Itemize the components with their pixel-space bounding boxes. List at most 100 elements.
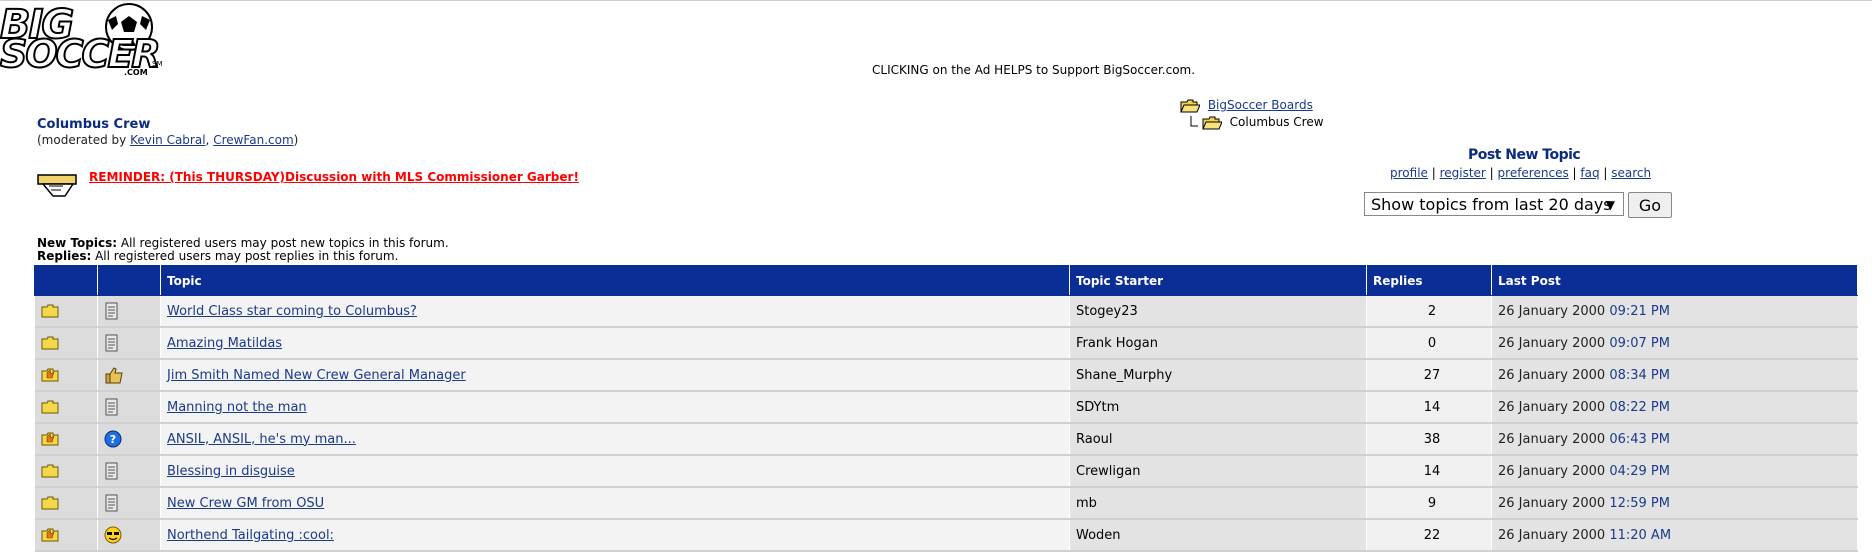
go-button[interactable]: Go — [1628, 192, 1672, 218]
post-icon — [104, 302, 120, 320]
last-post-time: 06:43 PM — [1609, 431, 1670, 447]
topic-link[interactable]: New Crew GM from OSU — [167, 496, 324, 511]
open-folder-icon — [1180, 99, 1201, 112]
topic-age-select[interactable]: Show topics from last 20 days ▼ — [1364, 192, 1624, 216]
topic-starter-cell: Crewligan — [1069, 455, 1367, 488]
table-row: Manning not the man SDYtm 14 26 January … — [34, 391, 1858, 424]
folder-icon — [41, 464, 59, 479]
last-post-date: 26 January 2000 — [1498, 463, 1606, 479]
topic-list-table: Topic Topic Starter Replies Last Post Wo… — [34, 265, 1858, 552]
replies-cell: 0 — [1366, 327, 1492, 360]
last-post-date: 26 January 2000 — [1498, 399, 1606, 415]
folder-cell — [34, 295, 98, 328]
topic-starter-cell: Frank Hogan — [1069, 327, 1367, 360]
post-icon-cell — [97, 487, 161, 520]
table-row: Jim Smith Named New Crew General Manager… — [34, 359, 1858, 392]
breadcrumb-root-link[interactable]: BigSoccer Boards — [1208, 98, 1313, 112]
topic-starter-cell: Shane_Murphy — [1069, 359, 1367, 392]
table-row: New Crew GM from OSU mb 9 26 January 200… — [34, 487, 1858, 520]
ad-support-text: CLICKING on the Ad HELPS to Support BigS… — [872, 63, 1196, 77]
tree-connector-icon — [1190, 115, 1198, 126]
post-new-topic-button[interactable]: Post New Topic — [1468, 147, 1581, 163]
topic-link[interactable]: Manning not the man — [167, 400, 307, 415]
topic-link[interactable]: Blessing in disguise — [167, 464, 295, 479]
nav-separator: | — [1599, 166, 1612, 180]
topic-link[interactable]: World Class star coming to Columbus? — [167, 304, 417, 319]
last-post-cell: 26 January 2000 04:29 PM — [1491, 455, 1858, 488]
reminder-link[interactable]: REMINDER: (This THURSDAY)Discussion with… — [89, 170, 579, 184]
post-icon-cell — [97, 327, 161, 360]
topic-age-selected-value: Show topics from last 20 days — [1371, 195, 1612, 214]
post-icon-cell — [97, 391, 161, 424]
topic-starter-cell: SDYtm — [1069, 391, 1367, 424]
topic-link[interactable]: Jim Smith Named New Crew General Manager — [167, 368, 466, 383]
last-post-date: 26 January 2000 — [1498, 303, 1606, 319]
profile-link[interactable]: profile — [1390, 166, 1428, 180]
replies-cell: 14 — [1366, 391, 1492, 424]
topic-starter-cell: mb — [1069, 487, 1367, 520]
moderated-prefix: (moderated by — [37, 133, 131, 147]
folder-cell — [34, 327, 98, 360]
folder-icon — [41, 304, 59, 319]
bigsoccer-logo[interactable]: BIG SOCCER .COM SM — [0, 1, 165, 84]
topic-starter-cell: Woden — [1069, 519, 1367, 552]
post-icon-cell — [97, 519, 161, 552]
topic-cell: ANSIL, ANSIL, he's my man... — [160, 423, 1070, 456]
replies-text: All registered users may post replies in… — [91, 249, 399, 263]
search-link[interactable]: search — [1611, 166, 1651, 180]
new-topics-text: All registered users may post new topics… — [117, 236, 449, 250]
last-post-cell: 26 January 2000 09:21 PM — [1491, 295, 1858, 328]
table-row: World Class star coming to Columbus? Sto… — [34, 295, 1858, 328]
folder-icon — [41, 400, 59, 415]
last-post-date: 26 January 2000 — [1498, 335, 1606, 351]
topic-cell: Jim Smith Named New Crew General Manager — [160, 359, 1070, 392]
folder-cell — [34, 391, 98, 424]
hot-folder-icon — [41, 432, 59, 447]
topic-link[interactable]: Northend Tailgating :cool: — [167, 528, 334, 543]
post-icon-cell — [97, 295, 161, 328]
question-icon: ? — [104, 430, 122, 448]
topic-cell: World Class star coming to Columbus? — [160, 295, 1070, 328]
topic-cell: Blessing in disguise — [160, 455, 1070, 488]
faq-link[interactable]: faq — [1580, 166, 1599, 180]
last-post-cell: 26 January 2000 11:20 AM — [1491, 519, 1858, 552]
dropdown-arrow-icon: ▼ — [1605, 198, 1615, 212]
topic-cell: New Crew GM from OSU — [160, 487, 1070, 520]
post-icon — [104, 334, 120, 352]
topic-starter-cell: Raoul — [1069, 423, 1367, 456]
post-icon — [104, 462, 120, 480]
svg-text:?: ? — [110, 433, 116, 446]
nav-separator: | — [1427, 166, 1440, 180]
topic-starter-cell: Stogey23 — [1069, 295, 1367, 328]
table-header-row: Topic Topic Starter Replies Last Post — [34, 265, 1858, 296]
moderator-link-kevin-cabral[interactable]: Kevin Cabral — [130, 133, 205, 147]
new-topics-label: New Topics: — [37, 236, 118, 250]
open-folder-icon — [1202, 116, 1223, 129]
replies-cell: 9 — [1366, 487, 1492, 520]
register-link[interactable]: register — [1440, 166, 1486, 180]
moderator-link-crewfan[interactable]: CrewFan.com — [213, 133, 293, 147]
replies-label: Replies: — [37, 249, 92, 263]
user-nav-links: profile | register | preferences | faq |… — [1390, 166, 1651, 180]
header-topic-starter: Topic Starter — [1069, 265, 1367, 296]
topic-link[interactable]: Amazing Matildas — [167, 336, 282, 351]
last-post-time: 08:22 PM — [1609, 399, 1670, 415]
table-row: ? ANSIL, ANSIL, he's my man... Raoul 38 … — [34, 423, 1858, 456]
post-icon-cell — [97, 359, 161, 392]
post-icon — [104, 398, 120, 416]
post-icon — [104, 494, 120, 512]
top-border — [0, 0, 1872, 1]
last-post-time: 08:34 PM — [1609, 367, 1670, 383]
last-post-time: 12:59 PM — [1609, 495, 1670, 511]
last-post-time: 04:29 PM — [1609, 463, 1670, 479]
preferences-link[interactable]: preferences — [1498, 166, 1569, 180]
last-post-cell: 26 January 2000 06:43 PM — [1491, 423, 1858, 456]
folder-cell — [34, 455, 98, 488]
replies-cell: 2 — [1366, 295, 1492, 328]
replies-cell: 22 — [1366, 519, 1492, 552]
folder-icon — [41, 336, 59, 351]
breadcrumb-current: Columbus Crew — [1229, 115, 1324, 129]
last-post-time: 09:21 PM — [1609, 303, 1670, 319]
topic-link[interactable]: ANSIL, ANSIL, he's my man... — [167, 432, 356, 447]
logo-text-com: .COM — [124, 68, 148, 77]
